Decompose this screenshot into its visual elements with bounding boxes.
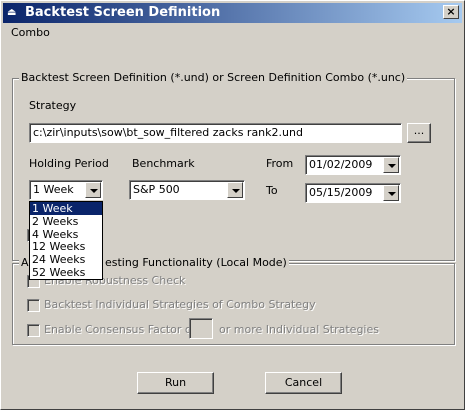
holding-period-select[interactable]: 1 Week [29, 180, 103, 200]
cancel-button[interactable]: Cancel [265, 372, 342, 394]
close-button[interactable]: × [443, 5, 459, 19]
benchmark-value: S&P 500 [133, 183, 180, 196]
chevron-down-icon[interactable] [383, 185, 399, 201]
from-date-picker[interactable]: 01/02/2009 [305, 155, 401, 175]
to-date-picker[interactable]: 05/15/2009 [305, 183, 401, 203]
browse-button[interactable]: ... [407, 123, 431, 143]
group-advanced-legend: esting Functionality (Local Mode) [103, 256, 289, 270]
holding-period-option[interactable]: 4 Weeks [30, 228, 102, 241]
title-bar[interactable]: ⏏ Backtest Screen Definition × [3, 3, 462, 23]
to-date-value: 05/15/2009 [309, 186, 373, 199]
chevron-down-icon[interactable] [85, 182, 101, 198]
holding-period-value: 1 Week [33, 183, 74, 196]
run-button[interactable]: Run [137, 372, 214, 394]
holding-period-option[interactable]: 52 Weeks [30, 266, 102, 279]
consensus-label: Enable Consensus Factor of [44, 323, 196, 336]
holding-period-label: Holding Period [29, 157, 109, 170]
from-date-value: 01/02/2009 [309, 158, 373, 171]
to-label: To [266, 184, 278, 197]
consensus-suffix-label: or more Individual Strategies [219, 323, 379, 336]
holding-period-option[interactable]: 1 Week [30, 202, 102, 215]
strategy-input[interactable]: c:\zir\inputs\sow\bt_sow_filtered zacks … [29, 123, 402, 143]
menu-combo[interactable]: Combo [11, 26, 50, 40]
group-legend: Backtest Screen Definition (*.und) or Sc… [19, 71, 408, 85]
holding-period-dropdown-list[interactable]: 1 Week 2 Weeks 4 Weeks 12 Weeks 24 Weeks… [29, 201, 103, 280]
dialog-window: ⏏ Backtest Screen Definition × Combo Bac… [0, 0, 465, 410]
consensus-count-input[interactable] [189, 318, 213, 339]
benchmark-select[interactable]: S&P 500 [129, 180, 245, 200]
window-title: Backtest Screen Definition [25, 5, 221, 20]
backtest-individual-label: Backtest Individual Strategies of Combo … [44, 298, 316, 311]
backtest-individual-checkbox[interactable] [27, 299, 40, 312]
benchmark-label: Benchmark [132, 157, 195, 170]
holding-period-option[interactable]: 12 Weeks [30, 240, 102, 253]
app-icon: ⏏ [7, 7, 17, 18]
holding-period-option[interactable]: 2 Weeks [30, 215, 102, 228]
chevron-down-icon[interactable] [227, 182, 243, 198]
holding-period-option[interactable]: 24 Weeks [30, 253, 102, 266]
consensus-checkbox[interactable] [27, 324, 40, 337]
strategy-value: c:\zir\inputs\sow\bt_sow_filtered zacks … [33, 126, 303, 139]
from-label: From [266, 157, 294, 170]
strategy-label: Strategy [29, 99, 77, 112]
chevron-down-icon[interactable] [383, 157, 399, 173]
